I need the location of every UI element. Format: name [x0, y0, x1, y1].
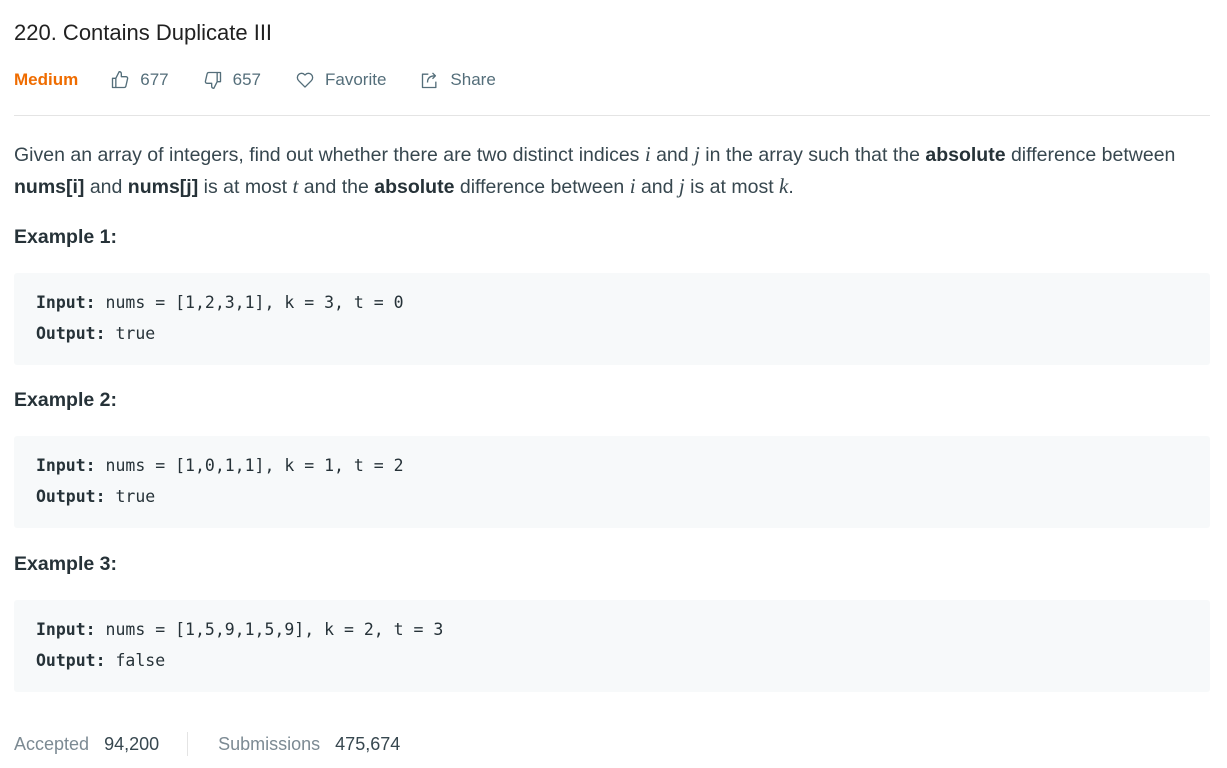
thumbs-down-icon — [204, 71, 221, 90]
output-label: Output: — [36, 487, 106, 506]
problem-statement: Given an array of integers, find out whe… — [14, 139, 1210, 203]
statement-text: is at most — [684, 176, 780, 198]
input-label: Input: — [36, 620, 96, 639]
output-value: true — [105, 324, 156, 343]
heart-icon — [296, 72, 314, 88]
var-k: k — [779, 174, 789, 198]
statement-text: and — [635, 176, 679, 198]
submissions-count: 475,674 — [335, 733, 401, 754]
statement-text: and — [650, 144, 695, 166]
code-nums-i: nums[i] — [14, 176, 85, 198]
statement-text: Given an array of integers, find out whe… — [14, 144, 645, 166]
example-output-line: Output: false — [36, 651, 165, 670]
input-value: nums = [1,2,3,1], k = 3, t = 0 — [95, 293, 404, 312]
submissions-label: Submissions — [218, 733, 321, 754]
example-3-block: Input: nums = [1,5,9,1,5,9], k = 2, t = … — [14, 600, 1210, 692]
problem-description-panel: 220. Contains Duplicate III Medium 677 6… — [0, 0, 1227, 768]
dislike-count: 657 — [232, 70, 261, 89]
stats-divider — [187, 732, 189, 756]
example-input-line: Input: nums = [1,0,1,1], k = 1, t = 2 — [36, 456, 404, 475]
statement-text: is at most — [198, 176, 293, 198]
favorite-button[interactable]: Favorite — [295, 70, 386, 90]
statement-text: difference between — [454, 176, 630, 198]
difficulty-badge: Medium — [14, 70, 79, 89]
problem-meta-bar: Medium 677 657 Favorite Share — [14, 66, 530, 94]
example-2-block: Input: nums = [1,0,1,1], k = 1, t = 2 Ou… — [14, 436, 1210, 528]
emphasis-absolute: absolute — [374, 176, 455, 198]
example-output-line: Output: true — [36, 324, 155, 343]
dislike-button[interactable]: 657 — [203, 70, 261, 90]
problem-title: 220. Contains Duplicate III — [14, 20, 273, 45]
share-label: Share — [450, 70, 496, 89]
favorite-label: Favorite — [324, 70, 387, 89]
example-output-line: Output: true — [36, 487, 155, 506]
input-value: nums = [1,5,9,1,5,9], k = 2, t = 3 — [95, 620, 444, 639]
input-label: Input: — [36, 293, 96, 312]
statement-text: and the — [298, 176, 375, 198]
accepted-label: Accepted — [14, 733, 90, 754]
output-label: Output: — [36, 651, 106, 670]
statement-text: . — [788, 176, 794, 198]
statement-text: difference between — [1005, 144, 1176, 166]
output-value: true — [105, 487, 156, 506]
example-1-heading: Example 1: — [14, 226, 117, 248]
like-button[interactable]: 677 — [110, 70, 169, 90]
accepted-count: 94,200 — [104, 733, 160, 754]
statement-text: and — [84, 176, 128, 198]
header-divider — [14, 115, 1210, 116]
example-3-heading: Example 3: — [14, 553, 117, 575]
share-button[interactable]: Share — [420, 70, 496, 90]
emphasis-absolute: absolute — [925, 144, 1006, 166]
example-input-line: Input: nums = [1,2,3,1], k = 3, t = 0 — [36, 293, 404, 312]
input-label: Input: — [36, 456, 96, 475]
thumbs-up-icon — [112, 71, 129, 89]
code-nums-j: nums[j] — [127, 176, 199, 198]
share-icon — [422, 72, 437, 89]
like-count: 677 — [140, 70, 169, 89]
statement-text: in the array such that the — [699, 144, 926, 166]
output-value: false — [105, 651, 166, 670]
example-input-line: Input: nums = [1,5,9,1,5,9], k = 2, t = … — [36, 620, 443, 639]
submission-stats: Accepted 94,200 Submissions 475,674 — [14, 730, 400, 758]
example-2-heading: Example 2: — [14, 389, 117, 411]
output-label: Output: — [36, 324, 106, 343]
input-value: nums = [1,0,1,1], k = 1, t = 2 — [95, 456, 404, 475]
example-1-block: Input: nums = [1,2,3,1], k = 3, t = 0 Ou… — [14, 273, 1210, 365]
